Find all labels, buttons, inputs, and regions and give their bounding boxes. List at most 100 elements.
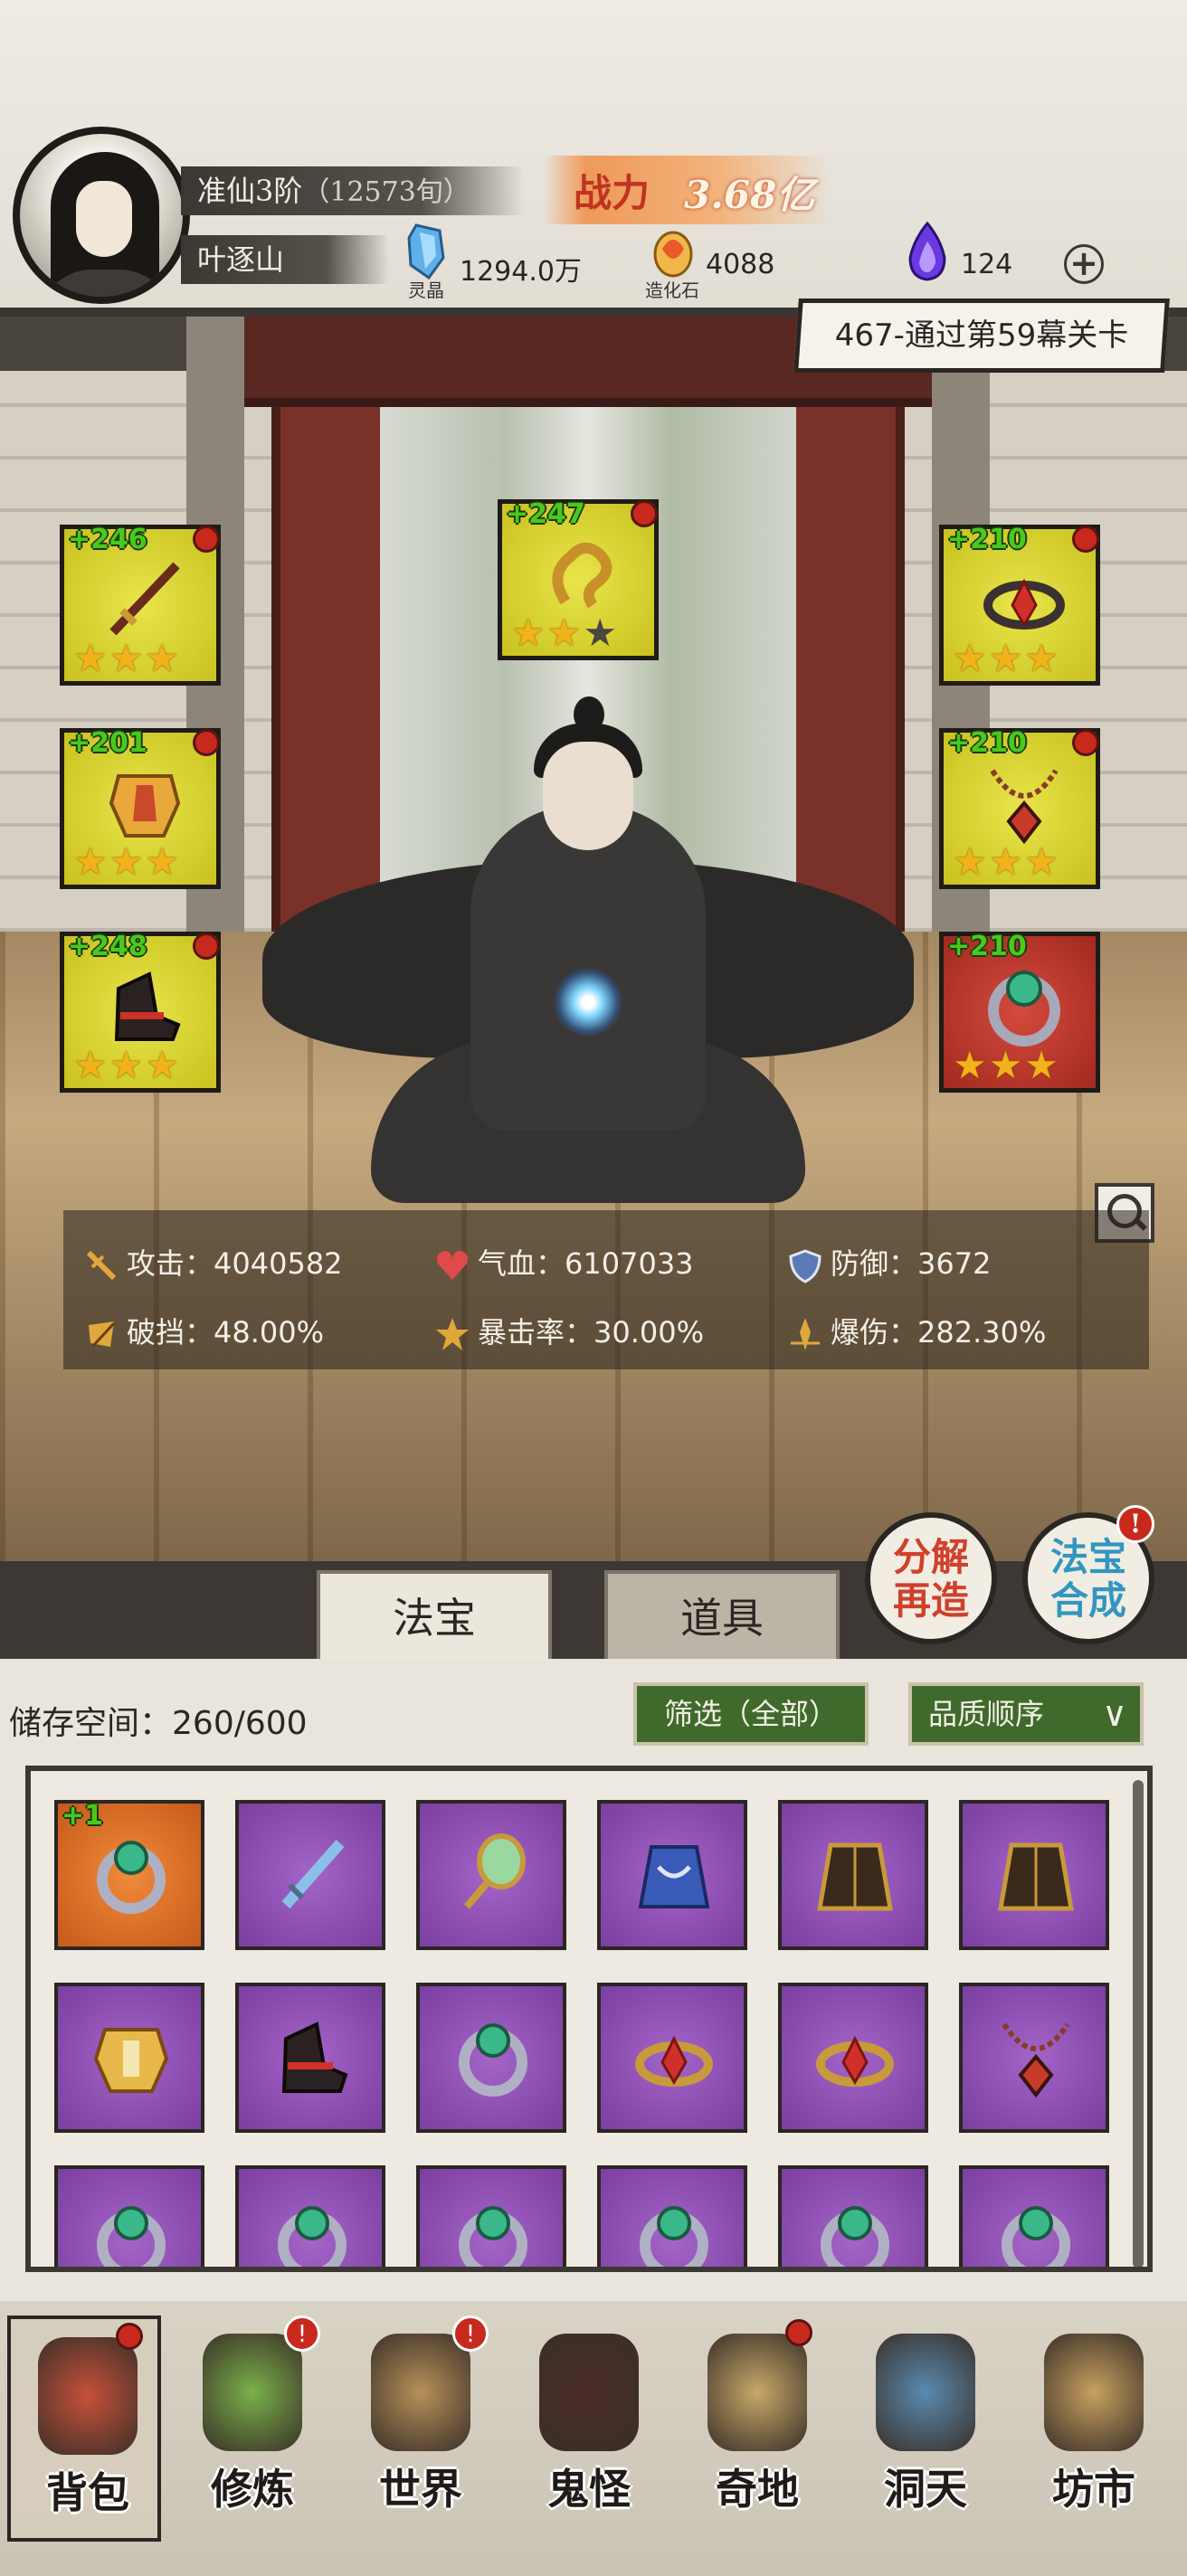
notification-dot: [116, 2323, 143, 2350]
inventory-item[interactable]: [778, 1800, 928, 1950]
equip-slot-armor[interactable]: +201 ★★★: [60, 727, 221, 889]
inventory-item[interactable]: [597, 2165, 747, 2267]
nav-item[interactable]: 世界!: [344, 2316, 498, 2542]
spirit-crystal-icon: [407, 223, 445, 280]
quest-text: 467-通过第59幕关卡: [834, 317, 1129, 354]
equip-level: +210: [947, 727, 1027, 759]
star-rating: ★★★: [511, 611, 619, 655]
inventory-item[interactable]: [778, 1983, 928, 2133]
notification-dot: [785, 2319, 812, 2346]
notification-dot: [1072, 526, 1099, 553]
character-scene: +246 ★★★ +201 ★★★ +248 ★★★ +247 ★★★ +210…: [0, 317, 1187, 1561]
tab-fabao[interactable]: 法宝: [317, 1570, 552, 1659]
necklace-icon: [1002, 2022, 1070, 2098]
star-rating: ★★★: [73, 1043, 181, 1087]
equip-level: +248: [68, 931, 147, 962]
boots-icon: [281, 2022, 348, 2093]
backpack-icon: [38, 2337, 138, 2455]
sort-dropdown[interactable]: 品质顺序 ∨: [908, 1682, 1144, 1746]
equip-slot-talisman[interactable]: +247 ★★★: [498, 498, 659, 660]
stat-break: 破挡：48.00%: [83, 1310, 324, 1352]
scrollbar[interactable]: [1133, 1780, 1144, 2267]
temple-icon: [707, 2334, 807, 2451]
nav-item[interactable]: 奇地: [680, 2316, 834, 2542]
notification-dot: [1072, 729, 1099, 756]
nav-item[interactable]: 修炼!: [176, 2316, 329, 2542]
inventory-item[interactable]: [416, 1800, 566, 1950]
compose-label: 法宝合成: [1049, 1535, 1126, 1623]
ring-icon: [459, 2023, 527, 2097]
nav-label: 洞天: [884, 2465, 967, 2514]
stat-crit-rate: 暴击率：30.00%: [434, 1310, 704, 1352]
inventory-item[interactable]: [54, 1983, 204, 2133]
add-resource-button[interactable]: +: [1064, 244, 1104, 284]
resource-caption: 造化石: [645, 279, 699, 301]
inventory-item[interactable]: [54, 2165, 204, 2267]
star-rating: ★★★: [953, 636, 1060, 680]
equip-level: +246: [68, 524, 147, 555]
nav-item[interactable]: 洞天: [849, 2316, 1002, 2542]
inventory-item[interactable]: [235, 2165, 385, 2267]
hero-character: [262, 696, 914, 1561]
alert-badge: !: [1116, 1505, 1154, 1543]
equip-slot-boots[interactable]: +248 ★★★: [60, 931, 221, 1093]
talisman-icon: [552, 542, 612, 609]
inventory-item[interactable]: [778, 2165, 928, 2267]
equip-slot-ring[interactable]: +210 ★★★: [939, 931, 1100, 1093]
nav-item[interactable]: 鬼怪: [512, 2316, 666, 2542]
resource-value: 124: [961, 249, 1013, 280]
inventory-item[interactable]: [597, 1800, 747, 1950]
star-rating: ★★★: [73, 839, 181, 884]
crown-icon: [816, 2035, 894, 2087]
inventory-item[interactable]: [959, 2165, 1109, 2267]
star-rating: ★★★: [73, 636, 181, 680]
inventory-item[interactable]: [597, 1983, 747, 2133]
crown-icon: [635, 2035, 713, 2087]
equip-slot-crown[interactable]: +210 ★★★: [939, 524, 1100, 686]
nav-label: 世界: [379, 2465, 462, 2514]
inventory-item[interactable]: [416, 2165, 566, 2267]
stat-defense: 防御：3672: [787, 1241, 991, 1283]
inventory-item[interactable]: [959, 1800, 1109, 1950]
sword-icon: [281, 1840, 345, 1908]
crit-icon: [436, 1318, 469, 1350]
notification-dot: [193, 729, 220, 756]
nav-label: 修炼: [211, 2465, 294, 2514]
armor-icon: [93, 2028, 169, 2093]
notification-dot: [193, 933, 220, 960]
filter-button[interactable]: 筛选（全部）: [633, 1682, 869, 1746]
inventory-item[interactable]: +1: [54, 1800, 204, 1950]
decompose-button[interactable]: 分解再造: [865, 1512, 997, 1644]
crit-damage-icon: [791, 1318, 820, 1350]
resource-value: 1294.0万: [460, 256, 582, 288]
demon-egg-icon: [539, 2334, 639, 2451]
sort-label: 品质顺序: [928, 1697, 1045, 1731]
storage-panel: 储存空间：260/600 筛选（全部） 品质顺序 ∨ +1: [0, 1659, 1187, 2301]
nav-label: 背包: [46, 2468, 129, 2517]
stat-hp: 气血：6107033: [434, 1241, 694, 1283]
nav-item[interactable]: 背包: [7, 2316, 161, 2542]
equip-slot-weapon[interactable]: +246 ★★★: [60, 524, 221, 686]
quest-banner[interactable]: 467-通过第59幕关卡: [793, 298, 1170, 373]
inventory-item[interactable]: [235, 1800, 385, 1950]
armor-icon: [109, 774, 181, 838]
cloak-icon: [817, 1842, 893, 1911]
compose-button[interactable]: 法宝合成 !: [1022, 1505, 1154, 1644]
power-value: 3.68亿: [684, 173, 815, 217]
player-avatar[interactable]: [13, 127, 190, 304]
purple-flame-icon: [908, 222, 946, 281]
inventory-item[interactable]: [959, 1983, 1109, 2133]
inventory-item[interactable]: [416, 1983, 566, 2133]
tab-daoju[interactable]: 道具: [604, 1570, 840, 1659]
stat-crit-damage: 爆伤：282.30%: [787, 1310, 1046, 1352]
inventory-item[interactable]: [235, 1983, 385, 2133]
star-rating: ★★★: [953, 839, 1060, 884]
nav-item[interactable]: 坊市: [1017, 2316, 1171, 2542]
player-name: 叶逐山: [181, 235, 389, 284]
mirror-icon: [463, 1833, 526, 1909]
equip-level: +247: [506, 498, 585, 530]
item-level: +1: [62, 1800, 104, 1832]
ring-icon: [988, 971, 1060, 1046]
equip-slot-necklace[interactable]: +210 ★★★: [939, 727, 1100, 889]
nav-label: 坊市: [1052, 2465, 1135, 2514]
